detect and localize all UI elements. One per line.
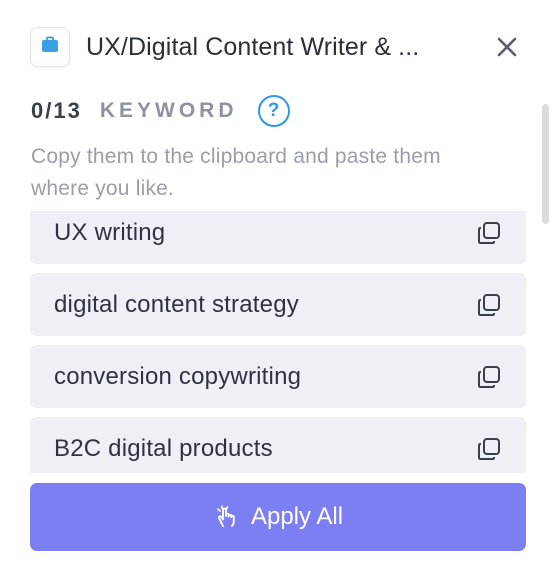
keyword-text: conversion copywriting	[54, 362, 302, 390]
help-icon[interactable]: ?	[257, 95, 290, 127]
keyword-text: B2C digital products	[54, 434, 273, 462]
apply-all-label: Apply All	[250, 503, 344, 530]
keyword-list[interactable]: UX writing digital content strategy conv…	[30, 211, 526, 473]
panel-header: UX/Digital Content Writer & ...	[30, 25, 530, 69]
copy-icon[interactable]	[476, 292, 502, 318]
app-icon-box	[30, 27, 70, 67]
keyword-text: digital content strategy	[54, 290, 299, 318]
copy-icon[interactable]	[476, 364, 502, 390]
keyword-text: UX writing	[54, 218, 166, 246]
hand-pointer-icon	[213, 503, 241, 531]
scrollbar[interactable]	[542, 104, 549, 224]
briefcase-icon	[40, 35, 60, 60]
keyword-counter-row: 0/13 KEYWORD ?	[31, 94, 290, 128]
keyword-count: 0/13	[31, 98, 82, 123]
copy-icon[interactable]	[476, 220, 502, 246]
keyword-item[interactable]: UX writing	[30, 211, 526, 264]
apply-all-button[interactable]: Apply All	[30, 483, 526, 551]
page-title: UX/Digital Content Writer & ...	[86, 32, 420, 61]
keyword-item[interactable]: B2C digital products	[30, 417, 526, 473]
keyword-description: Copy them to the clipboard and paste the…	[31, 145, 441, 200]
copy-icon[interactable]	[476, 436, 502, 462]
keyword-item[interactable]: digital content strategy	[30, 273, 526, 336]
keyword-label: KEYWORD	[99, 99, 238, 122]
keyword-item[interactable]: conversion copywriting	[30, 345, 526, 408]
close-icon[interactable]	[494, 34, 520, 60]
